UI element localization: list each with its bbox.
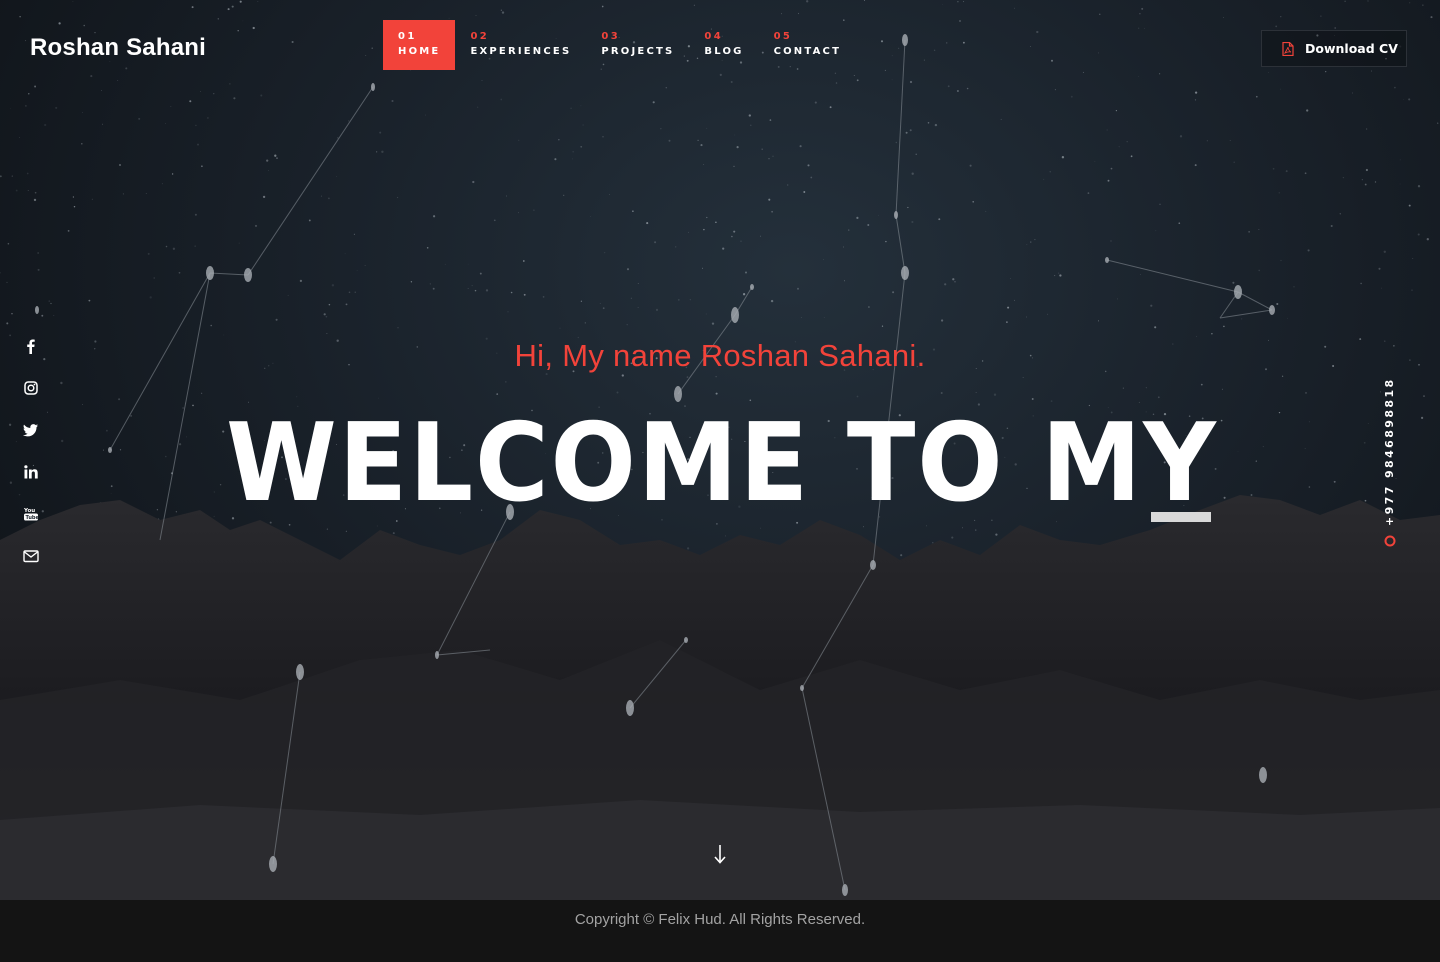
twitter-icon (23, 424, 38, 437)
hero-greeting: Hi, My name Roshan Sahani. (514, 338, 926, 373)
social-email[interactable] (20, 545, 42, 567)
nav-number: 04 (704, 31, 724, 42)
social-twitter[interactable] (20, 419, 42, 441)
main-nav: 01 HOME 02 EXPERIENCES 03 PROJECTS 04 BL… (383, 20, 856, 70)
nav-label: EXPERIENCES (470, 46, 572, 57)
download-cv-button[interactable]: Download CV (1261, 30, 1407, 67)
svg-text:You: You (23, 508, 35, 514)
nav-number: 05 (773, 31, 793, 42)
footer: Copyright © Felix Hud. All Rights Reserv… (0, 900, 1440, 962)
social-youtube[interactable]: You Tube (20, 503, 42, 525)
social-linkedin[interactable] (20, 461, 42, 483)
typing-cursor (1151, 512, 1211, 522)
copyright-text: Copyright © Felix Hud. All Rights Reserv… (574, 911, 866, 928)
instagram-icon (24, 381, 38, 395)
social-instagram[interactable] (20, 377, 42, 399)
hero-headline: WELCOME TO MY (226, 401, 1218, 526)
nav-number: 01 (398, 31, 417, 42)
linkedin-icon (24, 465, 38, 479)
pdf-file-icon (1282, 41, 1294, 56)
phone-number: +977 9846898818 (1383, 377, 1396, 526)
nav-item-experiences[interactable]: 02 EXPERIENCES (455, 20, 586, 70)
site-brand[interactable]: Roshan Sahani (30, 34, 206, 62)
nav-label: HOME (398, 46, 441, 57)
youtube-icon: You Tube (23, 508, 40, 521)
nav-item-contact[interactable]: 05 CONTACT (759, 20, 857, 70)
hero-section: Roshan Sahani 01 HOME 02 EXPERIENCES 03 … (0, 0, 1440, 900)
nav-label: BLOG (704, 46, 744, 57)
nav-label: CONTACT (773, 46, 842, 57)
nav-item-blog[interactable]: 04 BLOG (689, 20, 758, 70)
nav-item-home[interactable]: 01 HOME (383, 20, 456, 70)
nav-number: 02 (470, 31, 490, 42)
arrow-down-icon[interactable] (710, 842, 730, 866)
svg-text:Tube: Tube (26, 515, 40, 521)
envelope-icon (23, 550, 39, 563)
download-cv-label: Download CV (1305, 41, 1398, 56)
nav-number: 03 (601, 31, 621, 42)
nav-item-projects[interactable]: 03 PROJECTS (586, 20, 689, 70)
nav-label: PROJECTS (601, 46, 675, 57)
phone-contact[interactable]: +977 9846898818 (1381, 377, 1399, 550)
phone-icon (1384, 535, 1396, 547)
